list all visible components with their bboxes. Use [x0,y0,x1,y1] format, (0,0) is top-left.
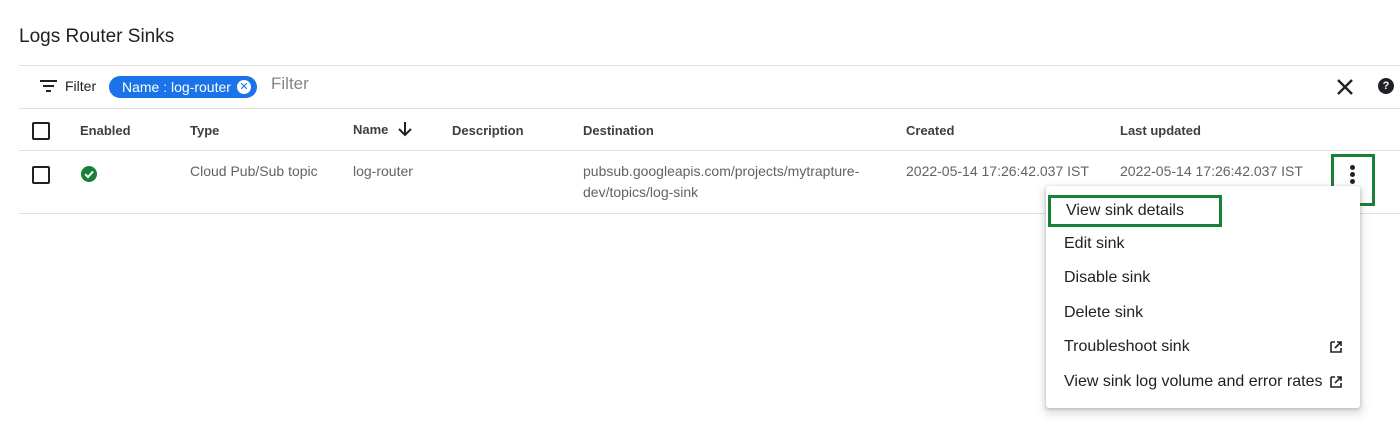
cell-created: 2022-05-14 17:26:42.037 IST [906,163,1089,179]
header-description[interactable]: Description [452,123,524,138]
filter-input[interactable] [271,74,1071,94]
header-created[interactable]: Created [906,123,954,138]
destination-line-1: pubsub.googleapis.com/projects/mytraptur… [583,163,860,179]
close-icon[interactable] [1334,76,1356,98]
cell-last-updated: 2022-05-14 17:26:42.037 IST [1120,163,1303,179]
filter-chip-label: Name : log-router [122,79,231,95]
row-checkbox[interactable] [32,166,50,184]
menu-item-edit-sink[interactable]: Edit sink [1046,228,1360,260]
open-in-new-icon [1330,376,1342,388]
header-enabled[interactable]: Enabled [80,123,131,138]
cell-destination: pubsub.googleapis.com/projects/mytraptur… [583,161,859,203]
row-actions-menu: View sink details Edit sink Disable sink… [1046,186,1360,408]
filter-button[interactable]: Filter [40,78,96,94]
help-icon[interactable]: ? [1378,78,1394,94]
cell-name[interactable]: log-router [353,161,413,182]
header-name-label: Name [353,121,389,137]
filter-button-label: Filter [65,78,97,94]
filter-bar: Filter Name : log-router ✕ ? [19,65,1400,109]
filter-chip[interactable]: Name : log-router ✕ [109,76,257,98]
header-name[interactable]: Name [353,121,413,137]
select-all-checkbox[interactable] [32,122,50,140]
menu-item-troubleshoot-sink[interactable]: Troubleshoot sink [1046,331,1360,363]
cell-type: Cloud Pub/Sub topic [190,163,318,179]
arrow-down-icon[interactable] [398,121,413,137]
header-last-updated[interactable]: Last updated [1120,123,1201,138]
menu-item-disable-sink[interactable]: Disable sink [1046,262,1360,294]
menu-item-delete-sink[interactable]: Delete sink [1046,297,1360,329]
table-header: Enabled Type Name Description Destinatio… [19,109,1400,151]
menu-item-view-sink-log-volume[interactable]: View sink log volume and error rates [1046,366,1360,398]
check-circle-icon [81,166,97,182]
open-in-new-icon [1330,341,1342,353]
chip-remove-icon[interactable]: ✕ [236,80,251,94]
menu-item-view-sink-details[interactable]: View sink details [1048,195,1222,227]
header-destination[interactable]: Destination [583,123,654,138]
destination-line-2: dev/topics/log-sink [583,184,699,200]
page-title: Logs Router Sinks [19,26,175,47]
header-type[interactable]: Type [190,123,219,138]
filter-list-icon [40,80,57,92]
